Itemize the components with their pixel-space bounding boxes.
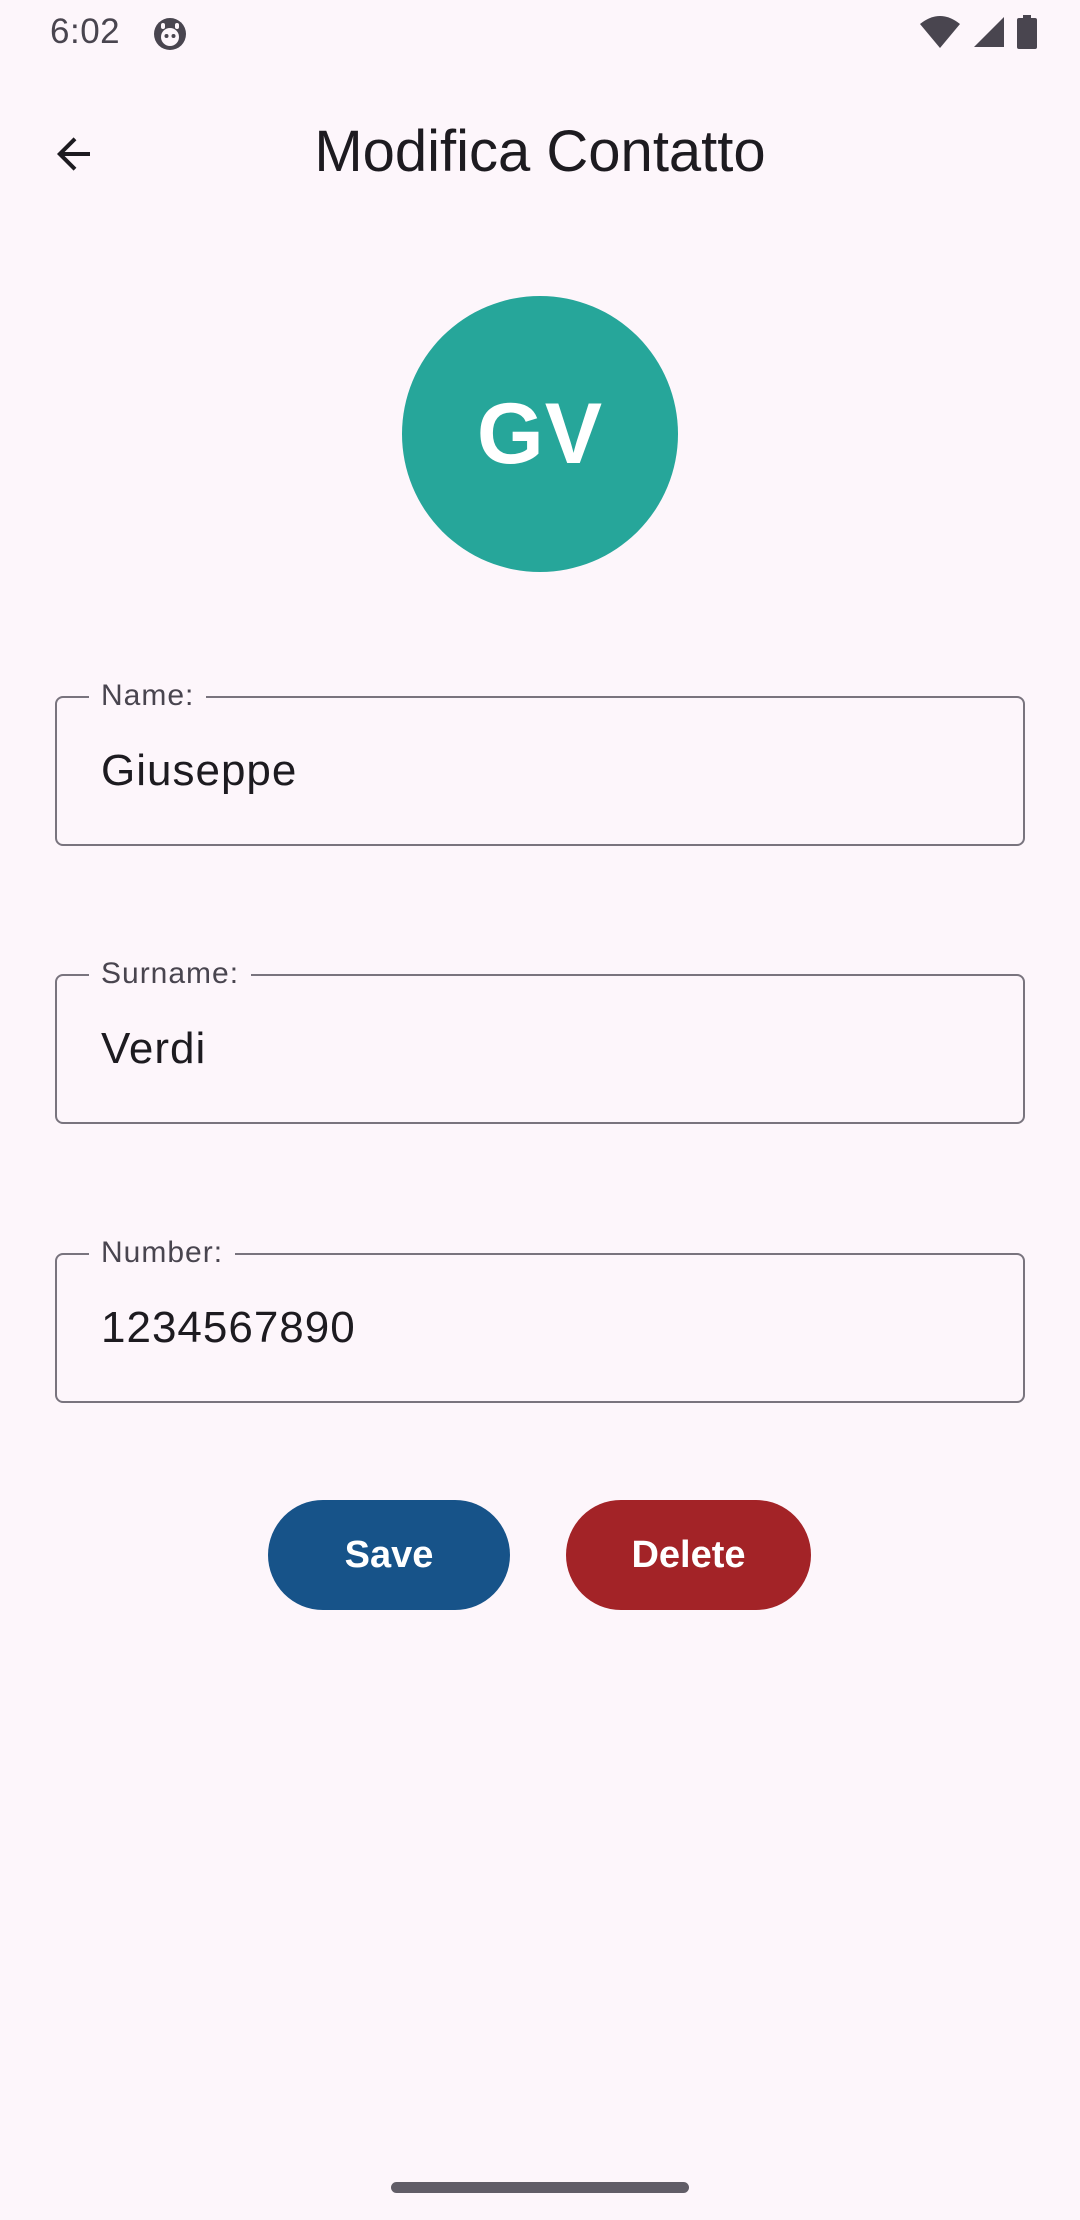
page-title: Modifica Contatto xyxy=(314,119,766,184)
avatar-initials: GV xyxy=(476,385,604,482)
name-field-label: Name: xyxy=(89,678,207,714)
number-field-label: Number: xyxy=(89,1235,236,1271)
number-input[interactable] xyxy=(101,1303,981,1353)
battery-icon xyxy=(1016,14,1038,54)
surname-field-label: Surname: xyxy=(89,956,252,992)
debug-icon xyxy=(152,16,188,52)
status-time: 6:02 xyxy=(50,12,121,51)
name-field[interactable]: Name: xyxy=(55,678,1025,846)
cell-signal-icon xyxy=(972,15,1006,54)
wifi-icon xyxy=(918,14,962,55)
number-field[interactable]: Number: xyxy=(55,1235,1025,1403)
status-bar: 6:02 xyxy=(0,0,1080,66)
name-input[interactable] xyxy=(101,746,981,796)
action-buttons: Save Delete xyxy=(0,1500,1080,1610)
home-indicator[interactable] xyxy=(391,2182,689,2193)
save-button[interactable]: Save xyxy=(268,1500,510,1610)
surname-field[interactable]: Surname: xyxy=(55,956,1025,1124)
surname-input[interactable] xyxy=(101,1024,981,1074)
top-app-bar: Modifica Contatto xyxy=(0,88,1080,224)
avatar: GV xyxy=(402,296,678,572)
status-icons xyxy=(918,14,1038,54)
delete-button[interactable]: Delete xyxy=(566,1500,811,1610)
